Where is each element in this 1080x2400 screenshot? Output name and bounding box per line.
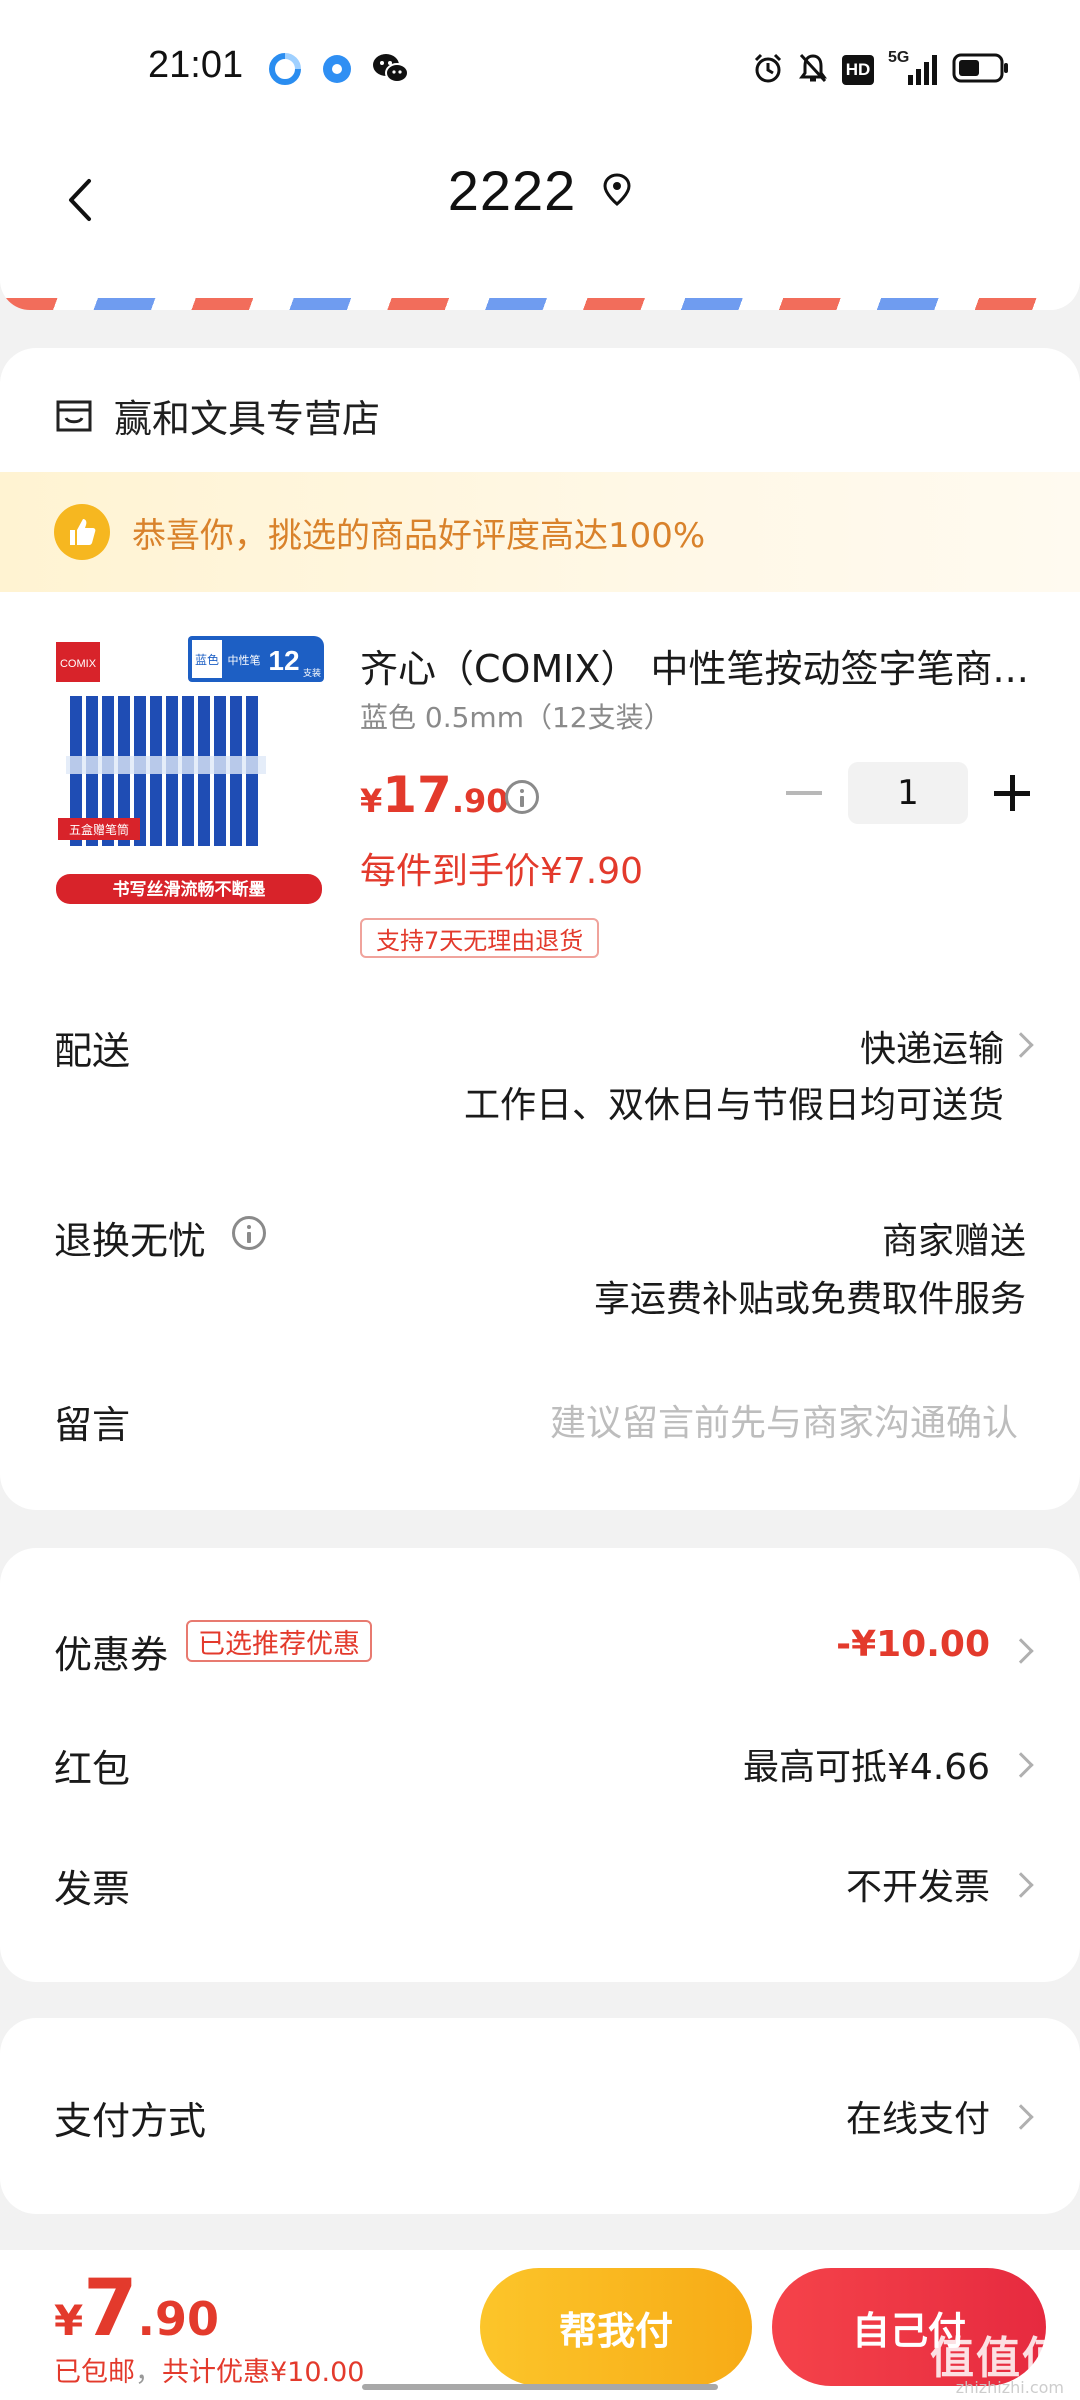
shop-row[interactable]: 赢和文具专营店 — [54, 388, 380, 443]
battery-icon — [952, 52, 1010, 88]
invoice-chevron-icon[interactable] — [1008, 1872, 1034, 1898]
payment-chevron-icon[interactable] — [1008, 2104, 1034, 2130]
address-card[interactable] — [0, 250, 1080, 310]
unit-price: ¥ 17 .90 — [360, 766, 509, 824]
order-item-card: 赢和文具专营店 恭喜你，挑选的商品好评度高达100% COMIX 蓝色 中性笔 … — [0, 348, 1080, 1510]
total-currency: ¥ — [54, 2296, 84, 2345]
help-pay-button[interactable]: 帮我付 — [480, 2268, 752, 2386]
product-spec[interactable]: 蓝色 0.5mm（12支装） — [360, 696, 672, 736]
product-image-unit: 支装 — [303, 667, 321, 679]
airmail-stripe — [0, 298, 1080, 310]
returns-info-icon[interactable] — [232, 1216, 266, 1250]
increase-button[interactable] — [994, 775, 1030, 811]
notification-icons — [268, 52, 409, 86]
shop-name: 赢和文具专营店 — [114, 397, 381, 441]
discount-card: 优惠券 已选推荐优惠 -¥10.00 红包 最高可抵¥4.66 发票 不开发票 — [0, 1548, 1080, 1982]
note-separator: ， — [135, 2357, 162, 2388]
decrease-button[interactable] — [786, 791, 822, 795]
discount-note: 共计优惠¥10.00 — [162, 2357, 365, 2388]
returns-note: 享运费补贴或免费取件服务 — [593, 1279, 1026, 1320]
wechat-icon — [372, 52, 409, 86]
red-packet-value[interactable]: 最高可抵¥4.66 — [743, 1738, 990, 1790]
system-status: HD 5G — [752, 49, 1010, 88]
price-integer: 17 — [382, 766, 452, 824]
quantity-input[interactable]: 1 — [848, 762, 968, 824]
page-title: 2222 — [447, 158, 577, 222]
coupon-value[interactable]: -¥10.00 — [836, 1624, 990, 1665]
delivery-chevron-icon[interactable] — [1008, 1032, 1034, 1058]
product-title[interactable]: 齐心（COMIX） 中性笔按动签字笔商... — [360, 638, 1030, 693]
payment-card: 支付方式 在线支付 — [0, 2018, 1080, 2214]
browser-icon — [268, 52, 302, 86]
mute-icon — [798, 52, 828, 88]
coupon-tag: 已选推荐优惠 — [186, 1620, 372, 1662]
invoice-label: 发票 — [54, 1867, 131, 1911]
final-unit-price: 每件到手价¥7.90 — [360, 851, 644, 892]
total-note: 已包邮，共计优惠¥10.00 — [54, 2350, 364, 2389]
shipping-note: 已包邮 — [54, 2357, 135, 2388]
delivery-label: 配送 — [54, 1029, 131, 1073]
red-packet-label: 红包 — [54, 1747, 131, 1791]
product-image-brand: COMIX — [60, 658, 97, 670]
payment-method-label: 支付方式 — [54, 2099, 207, 2143]
price-decimal: .90 — [451, 782, 509, 820]
home-indicator[interactable] — [362, 2384, 718, 2390]
return-policy-tag: 支持7天无理由退货 — [360, 918, 600, 958]
status-time: 21:01 — [148, 44, 244, 86]
quantity-stepper: 1 — [786, 762, 1030, 824]
delivery-note: 工作日、双休日与节假日均可送货 — [463, 1085, 1004, 1126]
address-title[interactable]: 2222 — [0, 140, 1080, 240]
checkout-bar: ¥ 7 .90 已包邮，共计优惠¥10.00 帮我付 自己付 — [0, 2250, 1080, 2400]
red-packet-chevron-icon[interactable] — [1008, 1752, 1034, 1778]
product-image[interactable]: COMIX 蓝色 中性笔 12 支装 五盒赠笔筒 书写丝滑流畅不断墨 — [54, 636, 324, 906]
product-image-type: 中性笔 — [228, 653, 261, 667]
product-image-color: 蓝色 — [195, 653, 219, 667]
returns-label: 退换无忧 — [54, 1219, 207, 1263]
message-input[interactable]: 建议留言前先与商家沟通确认 — [550, 1394, 1018, 1446]
coupon-label: 优惠券 — [54, 1633, 169, 1677]
message-label: 留言 — [54, 1403, 131, 1447]
product-image-count: 12 — [268, 645, 299, 676]
product-image-slogan: 书写丝滑流畅不断墨 — [113, 879, 266, 900]
invoice-value[interactable]: 不开发票 — [846, 1858, 990, 1910]
payment-method-value[interactable]: 在线支付 — [846, 2090, 990, 2142]
price-currency: ¥ — [360, 782, 383, 820]
alarm-icon — [752, 52, 784, 88]
coupon-chevron-icon[interactable] — [1008, 1638, 1034, 1664]
location-pin-icon — [603, 173, 631, 206]
delivery-value[interactable]: 快递运输 — [860, 1020, 1004, 1072]
shop-icon — [56, 400, 92, 431]
app-notification-icon — [320, 52, 354, 86]
signal-icon: 5G — [888, 49, 938, 87]
thumbs-up-icon — [54, 504, 110, 560]
returns-value: 商家赠送 — [881, 1221, 1026, 1262]
watermark-site: zhizhizhi.com — [955, 2378, 1064, 2397]
product-image-gift: 五盒赠笔筒 — [69, 822, 129, 837]
total-integer: 7 — [83, 2264, 138, 2354]
watermark-logo: 值值值 — [930, 2333, 1068, 2384]
praise-text: 恭喜你，挑选的商品好评度高达100% — [132, 515, 706, 556]
hd-icon: HD — [842, 55, 874, 85]
total-decimal: .90 — [137, 2292, 220, 2346]
praise-banner: 恭喜你，挑选的商品好评度高达100% — [0, 472, 1080, 592]
status-bar: 21:01 HD 5G — [0, 0, 1080, 140]
total-price: ¥ 7 .90 — [54, 2264, 219, 2354]
price-info-icon[interactable] — [505, 780, 539, 814]
